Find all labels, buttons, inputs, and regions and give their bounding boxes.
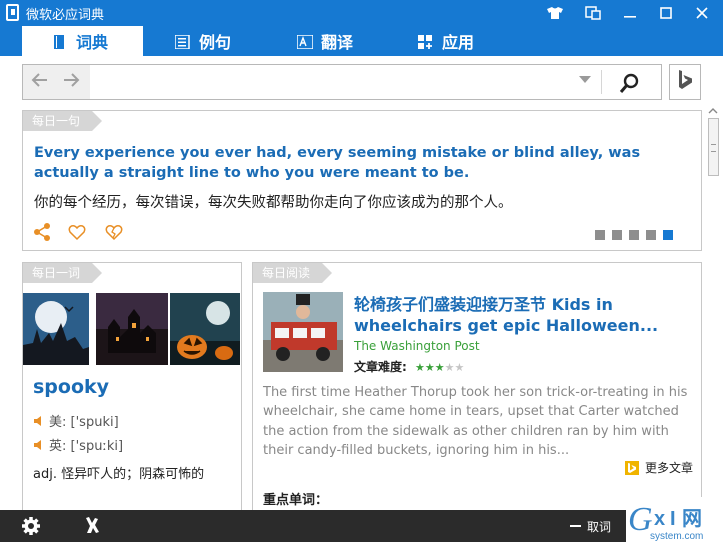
- translate-icon: [296, 34, 314, 50]
- bing-button[interactable]: [669, 64, 701, 100]
- broken-heart-icon[interactable]: [105, 223, 125, 243]
- svg-text:G: G: [628, 501, 653, 538]
- tab-label: 词典: [76, 33, 109, 52]
- tab-label: 应用: [442, 33, 475, 52]
- difficulty-stars: ★★★★★: [415, 360, 464, 374]
- divider: [601, 70, 602, 94]
- bing-logo-icon: [624, 460, 639, 475]
- us-label: 美:: [49, 415, 67, 430]
- bing-logo-icon: [677, 70, 693, 94]
- star-icon: ★: [444, 361, 455, 374]
- daily-reading-tag: 每日阅读: [253, 263, 333, 283]
- history-nav: [23, 65, 90, 99]
- minimize-button[interactable]: [612, 0, 648, 26]
- us-phonetic: ['spuki]: [70, 415, 119, 430]
- daily-sentence-tag: 每日一句: [23, 111, 103, 131]
- bottom-bar: 取词: [0, 510, 723, 542]
- watermark-logo: G x I 网 system.com: [626, 497, 723, 542]
- svg-text:网: 网: [682, 508, 702, 530]
- tab-label: 翻译: [321, 33, 354, 52]
- article-thumbnail[interactable]: [263, 292, 343, 372]
- daily-word[interactable]: spooky: [33, 376, 109, 398]
- tab-bar: 词典 例句 翻译 应用: [0, 26, 723, 56]
- tab-label: 例句: [199, 33, 232, 52]
- star-icon: ★: [434, 361, 445, 374]
- uk-label: 英:: [49, 439, 67, 454]
- feedback-icon[interactable]: [83, 516, 101, 540]
- title-bar: 微软必应词典: [0, 0, 723, 26]
- key-words-label: 重点单词：: [263, 493, 329, 508]
- article-excerpt[interactable]: The first time Heather Thorup took her s…: [263, 383, 695, 460]
- star-icon: ★: [424, 361, 435, 374]
- history-dropdown-icon[interactable]: [579, 73, 591, 88]
- tab-apps[interactable]: 应用: [418, 26, 474, 56]
- word-image[interactable]: [170, 293, 240, 365]
- pager-dot[interactable]: [646, 230, 656, 240]
- speaker-icon[interactable]: [33, 415, 45, 427]
- scroll-up-icon[interactable]: [705, 106, 721, 116]
- word-image[interactable]: [96, 293, 168, 365]
- scroll-thumb[interactable]: [708, 118, 719, 176]
- svg-text:x: x: [654, 508, 665, 530]
- maximize-button[interactable]: [648, 0, 684, 26]
- pager-dot[interactable]: [629, 230, 639, 240]
- app-icon: [6, 4, 19, 21]
- back-arrow-icon[interactable]: [31, 71, 49, 94]
- exit-capture-button[interactable]: 取词: [587, 518, 611, 535]
- forward-arrow-icon[interactable]: [62, 71, 80, 94]
- pronunciation-uk: 英: ['spuːki]: [33, 435, 123, 454]
- pager-dot-active[interactable]: [663, 230, 673, 240]
- search-bar: [22, 64, 662, 100]
- quote-english[interactable]: Every experience you ever had, every see…: [34, 143, 684, 183]
- article-source: The Washington Post: [354, 339, 480, 353]
- pager-dot[interactable]: [612, 230, 622, 240]
- star-icon: ★: [454, 361, 465, 374]
- settings-gear-icon[interactable]: [21, 516, 41, 540]
- tab-translate[interactable]: 翻译: [296, 26, 354, 56]
- tab-dictionary[interactable]: 词典: [22, 26, 143, 56]
- heart-icon[interactable]: [68, 223, 88, 243]
- more-articles-label: 更多文章: [644, 461, 693, 475]
- mini-mode-icon[interactable]: [575, 0, 611, 26]
- search-icon[interactable]: [619, 72, 641, 94]
- daily-word-panel: 每日一词 spooky 美: ['spuki] 英: ['spuːki] adj…: [22, 262, 242, 522]
- book-icon: [52, 34, 66, 49]
- difficulty-label: 文章难度:: [354, 360, 407, 374]
- svg-text:I: I: [670, 508, 676, 530]
- svg-text:system.com: system.com: [650, 531, 703, 542]
- uk-phonetic: ['spuːki]: [70, 439, 124, 454]
- minus-icon: [570, 525, 581, 527]
- close-button[interactable]: [684, 0, 720, 26]
- apps-icon: [418, 34, 432, 49]
- article-difficulty: 文章难度: ★★★★★: [354, 358, 464, 375]
- daily-word-tag: 每日一词: [23, 263, 103, 283]
- pronunciation-us: 美: ['spuki]: [33, 411, 119, 430]
- star-icon: ★: [415, 361, 425, 374]
- pager-dot[interactable]: [595, 230, 605, 240]
- quote-pager: [588, 230, 673, 240]
- search-input[interactable]: [95, 71, 565, 93]
- tab-examples[interactable]: 例句: [174, 26, 232, 56]
- daily-reading-panel: 每日阅读 轮椅孩子们盛装迎接万圣节 Kids in wheelchairs ge…: [252, 262, 702, 522]
- word-image[interactable]: [23, 293, 89, 365]
- vertical-scrollbar[interactable]: [705, 104, 721, 508]
- article-title[interactable]: 轮椅孩子们盛装迎接万圣节 Kids in wheelchairs get epi…: [354, 294, 684, 336]
- quote-chinese: 你的每个经历，每次错误，每次失败都帮助你走向了你应该成为的那个人。: [34, 195, 513, 211]
- word-definition: adj. 怪异吓人的；阴森可怖的: [33, 467, 205, 482]
- skin-icon[interactable]: [537, 0, 573, 26]
- share-icon[interactable]: [33, 223, 53, 243]
- window-title: 微软必应词典: [26, 8, 105, 23]
- speaker-icon[interactable]: [33, 439, 45, 451]
- daily-sentence-panel: 每日一句 Every experience you ever had, ever…: [22, 110, 702, 251]
- example-icon: [174, 34, 190, 50]
- more-articles-link[interactable]: 更多文章: [624, 459, 693, 476]
